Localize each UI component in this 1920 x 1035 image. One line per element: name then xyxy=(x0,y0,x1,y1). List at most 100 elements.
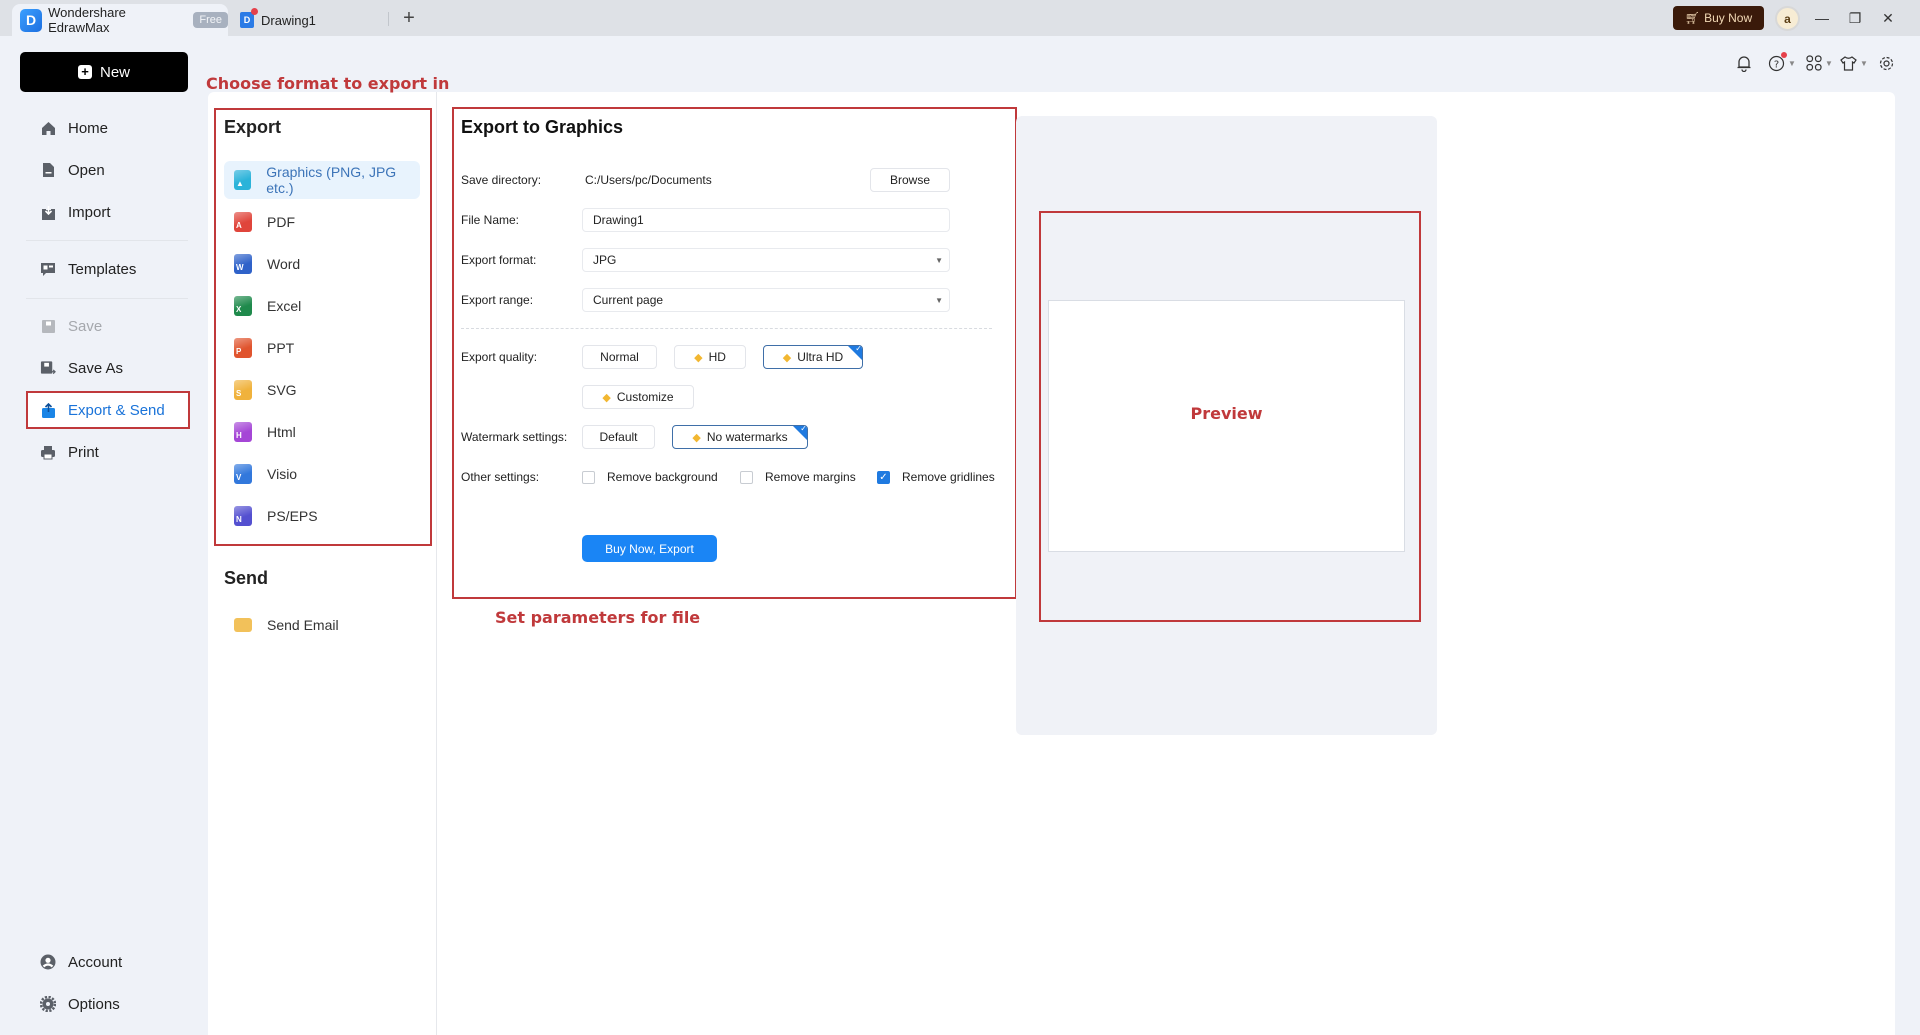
premium-gem-icon: ◆ xyxy=(692,431,701,444)
sidebar-item-export-send[interactable]: Export & Send xyxy=(40,397,165,423)
selected-check-icon: ✓ xyxy=(800,425,807,433)
format-item-svg[interactable]: S SVG xyxy=(224,371,420,409)
sidebar-item-print[interactable]: Print xyxy=(40,439,99,465)
bell-icon[interactable] xyxy=(1736,52,1752,74)
home-icon xyxy=(40,120,56,136)
sidebar-item-save-as[interactable]: Save As xyxy=(40,355,123,381)
format-item-graphics-png-jpg-etc[interactable]: ▲ Graphics (PNG, JPG etc.) xyxy=(224,161,420,199)
sidebar-item-import[interactable]: Import xyxy=(40,199,111,225)
quality-option-label: Ultra HD xyxy=(797,350,844,364)
quality-ultra-hd-button[interactable]: ◆ Ultra HD ✓ xyxy=(763,345,863,369)
sidebar-item-templates[interactable]: Templates xyxy=(40,256,136,282)
file-name-input[interactable]: Drawing1 xyxy=(582,208,950,232)
new-tab-button[interactable]: + xyxy=(398,6,420,30)
format-item-visio[interactable]: V Visio xyxy=(224,455,420,493)
export-section-title: Export xyxy=(224,117,282,137)
checkbox-label: Remove gridlines xyxy=(902,470,995,484)
dropdown-arrow-icon: ▼ xyxy=(935,256,943,265)
theme-icon[interactable]: ▼ xyxy=(1840,52,1868,74)
sidebar-item-save[interactable]: Save xyxy=(40,313,102,339)
visio-file-icon: V xyxy=(234,464,252,484)
app-tab[interactable]: D Wondershare EdrawMax Free xyxy=(12,4,228,36)
sidebar-divider xyxy=(26,240,188,241)
annotation-set-parameters: Set parameters for file xyxy=(495,608,701,627)
sidebar-item-label: Import xyxy=(68,203,111,221)
export-format-label: Export format: xyxy=(461,253,537,267)
export-range-select[interactable]: Current page ▼ xyxy=(582,288,950,312)
format-item-pdf[interactable]: A PDF xyxy=(224,203,420,241)
format-item-label: PDF xyxy=(267,214,295,230)
restore-button[interactable]: ❐ xyxy=(1843,6,1867,30)
format-item-label: SVG xyxy=(267,382,297,398)
plan-badge: Free xyxy=(193,12,228,28)
premium-gem-icon: ◆ xyxy=(782,351,792,364)
export-quality-label: Export quality: xyxy=(461,350,538,364)
browse-button[interactable]: Browse xyxy=(870,168,950,192)
watermark-none-button[interactable]: ◆ No watermarks ✓ xyxy=(672,425,808,449)
save-icon xyxy=(40,318,56,334)
buy-now-export-button[interactable]: Buy Now, Export xyxy=(582,535,717,562)
column-divider xyxy=(436,92,437,1035)
quality-option-label: Customize xyxy=(616,390,674,404)
format-item-word[interactable]: W Word xyxy=(224,245,420,283)
send-email-item[interactable]: Send Email xyxy=(224,606,420,644)
save-directory-label: Save directory: xyxy=(461,173,542,187)
remove-margins-checkbox[interactable]: Remove margins xyxy=(740,464,856,490)
sidebar-item-home[interactable]: Home xyxy=(40,115,108,141)
quality-hd-button[interactable]: ◆ HD xyxy=(674,345,746,369)
watermark-default-button[interactable]: Default xyxy=(582,425,655,449)
format-item-ps-eps[interactable]: N PS/EPS xyxy=(224,497,420,535)
quality-customize-button[interactable]: ◆ Customize xyxy=(582,385,694,409)
buy-now-button[interactable]: 🛒︎ Buy Now xyxy=(1673,6,1764,30)
remove-gridlines-checkbox[interactable]: ✓ Remove gridlines xyxy=(877,464,995,490)
watermark-option-label: Default xyxy=(599,430,638,444)
help-icon[interactable]: ? ▼ xyxy=(1768,52,1796,74)
send-email-label: Send Email xyxy=(267,617,339,633)
avatar[interactable]: a xyxy=(1775,6,1800,31)
checkbox-box[interactable] xyxy=(740,470,753,484)
close-button[interactable]: ✕ xyxy=(1876,6,1900,30)
title-bar: D Wondershare EdrawMax Free D Drawing1 +… xyxy=(0,0,1920,36)
cart-icon: 🛒︎ xyxy=(1684,11,1701,25)
sidebar-item-label: Print xyxy=(68,443,99,461)
apps-icon[interactable]: ▼ xyxy=(1806,52,1833,74)
tab-divider xyxy=(388,12,389,26)
format-item-ppt[interactable]: P PPT xyxy=(224,329,420,367)
quality-normal-button[interactable]: Normal xyxy=(582,345,657,369)
send-section-title: Send xyxy=(224,568,269,588)
open-file-icon xyxy=(40,162,56,178)
annotation-preview: Preview xyxy=(1190,404,1263,423)
format-item-html[interactable]: H Html xyxy=(224,413,420,451)
format-item-excel[interactable]: X Excel xyxy=(224,287,420,325)
sidebar-item-label: Export & Send xyxy=(68,401,165,419)
checkbox-checked-icon[interactable]: ✓ xyxy=(877,470,890,484)
sidebar-item-options[interactable]: Options xyxy=(40,991,120,1017)
sidebar-item-open[interactable]: Open xyxy=(40,157,105,183)
sidebar-item-label: Options xyxy=(68,995,120,1013)
selected-check-icon: ✓ xyxy=(855,345,862,353)
remove-background-checkbox[interactable]: Remove background xyxy=(582,464,718,490)
plus-icon: + xyxy=(77,65,92,79)
export-range-value: Current page xyxy=(593,293,664,307)
sidebar-item-label: Open xyxy=(68,161,105,179)
checkbox-box[interactable] xyxy=(582,470,595,484)
sidebar-item-account[interactable]: Account xyxy=(40,949,122,975)
word-file-icon: W xyxy=(234,254,252,274)
document-tab-title: Drawing1 xyxy=(261,12,316,28)
import-icon xyxy=(40,204,56,220)
app-title: Wondershare EdrawMax xyxy=(48,5,126,35)
sidebar-item-label: Save xyxy=(68,317,103,335)
document-tab[interactable]: D Drawing1 xyxy=(240,4,316,36)
sidebar-item-label: Templates xyxy=(68,260,137,278)
checkbox-label: Remove background xyxy=(607,470,718,484)
chevron-down-icon: ▼ xyxy=(1788,58,1796,68)
minimize-button[interactable]: — xyxy=(1810,6,1834,30)
settings-icon[interactable] xyxy=(1878,52,1895,74)
new-button[interactable]: + New xyxy=(20,52,188,92)
export-format-select[interactable]: JPG ▼ xyxy=(582,248,950,272)
format-item-label: Visio xyxy=(267,466,298,482)
print-icon xyxy=(40,444,56,460)
svg-file-icon: S xyxy=(234,380,252,400)
sidebar-item-label: Save As xyxy=(68,359,124,377)
chevron-down-icon: ▼ xyxy=(1825,58,1833,68)
